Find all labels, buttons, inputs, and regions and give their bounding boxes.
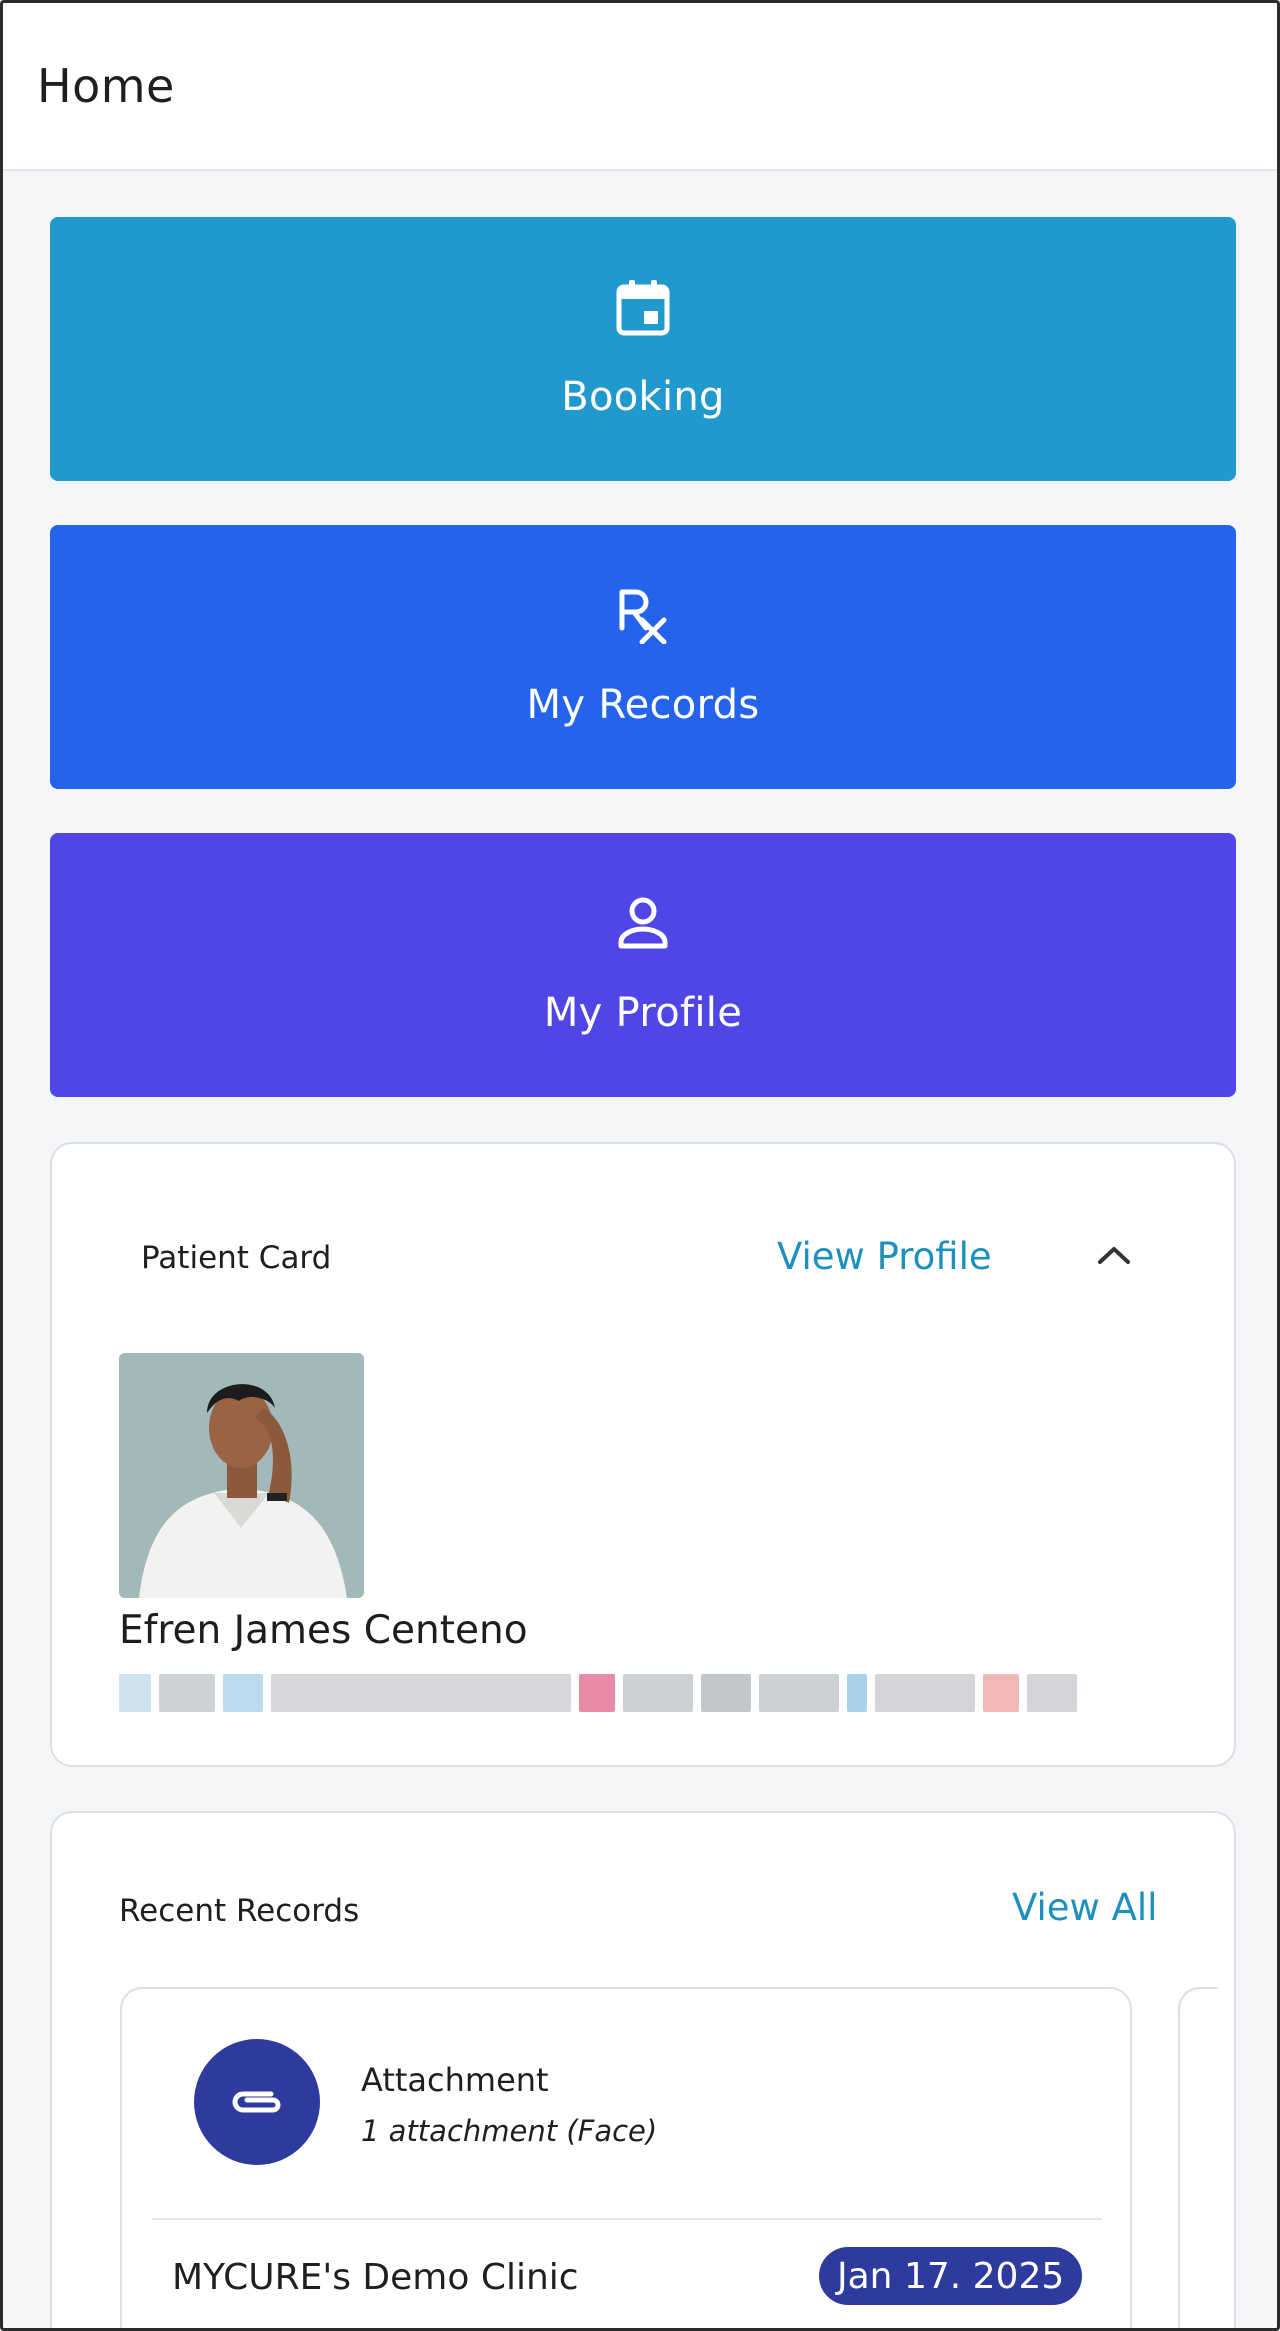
my-profile-button[interactable]: My Profile bbox=[50, 833, 1236, 1097]
calendar-icon bbox=[613, 278, 673, 338]
record-subtitle: 1 attachment (Face) bbox=[361, 2114, 658, 2148]
record-date-badge: Jan 17. 2025 bbox=[819, 2247, 1083, 2305]
person-icon bbox=[613, 894, 673, 954]
record-item[interactable]: Attachment 1 attachment (Face) MYCURE's … bbox=[120, 1987, 1132, 2328]
patient-name: Efren James Centeno bbox=[119, 1608, 528, 1653]
page-title: Home bbox=[37, 59, 175, 113]
my-records-label: My Records bbox=[526, 682, 760, 728]
record-clinic: MYCURE's Demo Clinic bbox=[172, 2257, 579, 2298]
booking-button[interactable]: Booking bbox=[50, 217, 1236, 481]
view-all-link[interactable]: View All bbox=[1012, 1886, 1157, 1929]
patient-card: Patient Card View Profile Efren James Ce… bbox=[50, 1142, 1236, 1767]
top-bar: Home bbox=[3, 3, 1277, 171]
patient-card-title: Patient Card bbox=[141, 1240, 332, 1276]
my-records-button[interactable]: My Records bbox=[50, 525, 1236, 789]
view-profile-link[interactable]: View Profile bbox=[777, 1235, 992, 1278]
booking-label: Booking bbox=[561, 374, 725, 420]
record-type: Attachment bbox=[361, 2061, 549, 2099]
rx-icon bbox=[613, 586, 673, 646]
patient-photo bbox=[119, 1353, 364, 1598]
chevron-up-icon[interactable] bbox=[1092, 1240, 1136, 1270]
recent-records-card: Recent Records View All Attachment 1 att… bbox=[50, 1811, 1236, 2328]
next-record-item[interactable] bbox=[1178, 1987, 1218, 2328]
divider bbox=[152, 2218, 1102, 2220]
paperclip-icon bbox=[194, 2039, 320, 2165]
redacted-info bbox=[119, 1673, 1169, 1713]
my-profile-label: My Profile bbox=[543, 990, 743, 1036]
recent-records-title: Recent Records bbox=[119, 1893, 360, 1929]
app-frame: Home Booking My Records My Profile Patie… bbox=[0, 0, 1280, 2331]
